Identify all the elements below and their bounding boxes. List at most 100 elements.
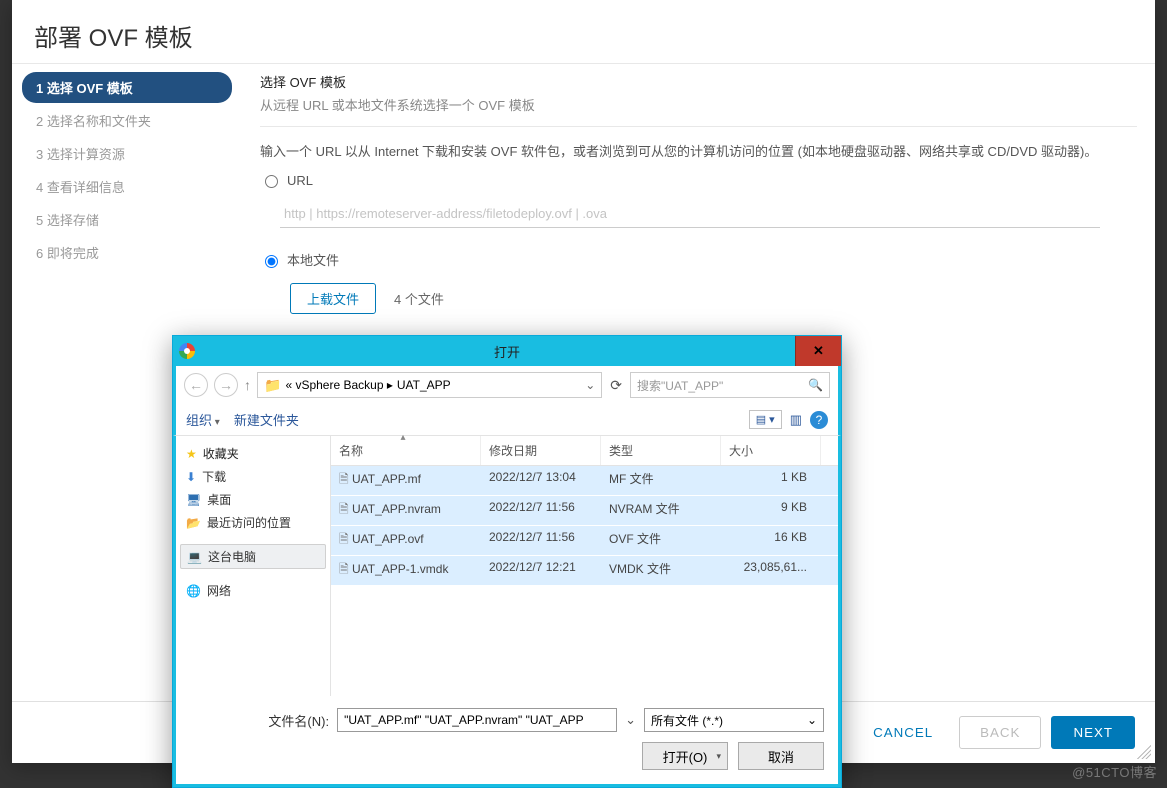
toolbar-newfolder[interactable]: 新建文件夹 [234,410,299,429]
nav-up-icon[interactable]: ↑ [244,377,251,393]
nav-fwd-icon[interactable]: → [214,373,238,397]
desktop-icon: 🖥 [186,493,201,507]
back-button: BACK [959,716,1041,749]
table-row[interactable]: UAT_APP-1.vmdk2022/12/7 12:21VMDK 文件23,0… [331,556,838,586]
upload-button[interactable]: 上载文件 [290,283,376,314]
side-recent[interactable]: 📂最近访问的位置 [180,511,326,534]
toolbar-organize[interactable]: 组织 [186,410,220,429]
file-type: MF 文件 [601,466,721,495]
preview-pane-icon[interactable]: ▥ [790,412,802,428]
dialog-footer: 文件名(N): ⌄ 所有文件 (*.*)⌄ 打开(O) 取消 [173,696,841,787]
table-row[interactable]: UAT_APP.nvram2022/12/7 11:56NVRAM 文件9 KB [331,496,838,526]
radio-url-label: URL [287,173,313,188]
chevron-down-icon[interactable]: ⌄ [585,378,595,392]
dialog-nav: ← → ↑ 📁 « vSphere Backup ▸ UAT_APP ⌄ ⟳ 搜… [173,366,841,404]
network-icon: 🌐 [186,584,201,598]
wizard-step-5[interactable]: 5 选择存储 [22,204,232,235]
radio-url-row[interactable]: URL [260,170,1137,190]
content-subheading: 从远程 URL 或本地文件系统选择一个 OVF 模板 [260,95,1137,127]
filename-dropdown-icon[interactable]: ⌄ [625,712,636,728]
wizard-step-3[interactable]: 3 选择计算资源 [22,138,232,169]
side-thispc[interactable]: 💻这台电脑 [180,544,326,569]
file-name: UAT_APP-1.vmdk [331,556,481,585]
file-date: 2022/12/7 11:56 [481,496,601,525]
col-date[interactable]: 修改日期 [481,436,601,465]
watermark: @51CTO博客 [1072,762,1157,781]
star-icon: ★ [186,447,197,461]
col-type[interactable]: 类型 [601,436,721,465]
file-size: 16 KB [721,526,821,555]
nav-back-icon[interactable]: ← [184,373,208,397]
list-header[interactable]: 名称▴ 修改日期 类型 大小 [331,436,838,466]
wizard-step-2[interactable]: 2 选择名称和文件夹 [22,105,232,136]
breadcrumb-prefix: « vSphere Backup ▸ [285,378,392,392]
file-size: 1 KB [721,466,821,495]
dialog-title: 打开 [494,342,520,361]
sort-asc-icon: ▴ [400,432,405,443]
content-hint: 输入一个 URL 以从 Internet 下载和安装 OVF 软件包，或者浏览到… [260,141,1137,160]
download-icon: ⬇ [186,470,196,484]
file-name: UAT_APP.nvram [331,496,481,525]
radio-local-label: 本地文件 [287,250,339,269]
filename-input[interactable] [337,708,617,732]
chrome-icon [179,343,195,359]
modal-header: 部署 OVF 模板 [12,0,1155,64]
table-row[interactable]: UAT_APP.ovf2022/12/7 11:56OVF 文件16 KB [331,526,838,556]
radio-local-row[interactable]: 本地文件 [260,248,1137,271]
file-size: 23,085,61... [721,556,821,585]
dialog-sidebar: ★收藏夹 ⬇下载 🖥桌面 📂最近访问的位置 💻这台电脑 🌐网络 [176,436,331,696]
search-placeholder: 搜索"UAT_APP" [637,377,723,394]
dialog-cancel-button[interactable]: 取消 [738,742,824,770]
col-name: 名称▴ [331,436,481,465]
file-name: UAT_APP.ovf [331,526,481,555]
folder-icon: 📁 [264,377,281,394]
side-desktop[interactable]: 🖥桌面 [180,488,326,511]
resize-grip[interactable] [1137,745,1151,759]
file-name: UAT_APP.mf [331,466,481,495]
url-input[interactable] [280,200,1100,228]
side-network[interactable]: 🌐网络 [180,579,326,602]
search-icon: 🔍 [808,378,823,392]
side-favorites[interactable]: ★收藏夹 [180,442,326,465]
file-count-label: 4 个文件 [394,289,444,308]
file-date: 2022/12/7 12:21 [481,556,601,585]
view-mode-icon[interactable]: ▤ ▾ [749,410,782,429]
file-size: 9 KB [721,496,821,525]
file-type: VMDK 文件 [601,556,721,585]
content-heading: 选择 OVF 模板 [260,72,1137,91]
file-type: OVF 文件 [601,526,721,555]
col-size[interactable]: 大小 [721,436,821,465]
dialog-toolbar: 组织 新建文件夹 ▤ ▾ ▥ ? [173,404,841,436]
radio-url[interactable] [265,175,278,188]
side-downloads[interactable]: ⬇下载 [180,465,326,488]
list-rows: UAT_APP.mf2022/12/7 13:04MF 文件1 KBUAT_AP… [331,466,838,586]
pc-icon: 💻 [187,550,202,564]
search-input[interactable]: 搜索"UAT_APP" 🔍 [630,372,830,398]
dialog-titlebar[interactable]: 打开 ✕ [173,336,841,366]
file-type: NVRAM 文件 [601,496,721,525]
table-row[interactable]: UAT_APP.mf2022/12/7 13:04MF 文件1 KB [331,466,838,496]
wizard-step-6[interactable]: 6 即将完成 [22,237,232,268]
filename-label: 文件名(N): [268,711,329,730]
radio-local[interactable] [265,255,278,268]
wizard-step-1[interactable]: 1 选择 OVF 模板 [22,72,232,103]
path-breadcrumb[interactable]: 📁 « vSphere Backup ▸ UAT_APP ⌄ [257,372,602,398]
refresh-icon[interactable]: ⟳ [608,377,624,394]
wizard-step-4[interactable]: 4 查看详细信息 [22,171,232,202]
upload-row: 上载文件 4 个文件 [290,283,1137,314]
file-list: 名称▴ 修改日期 类型 大小 UAT_APP.mf2022/12/7 13:04… [331,436,838,696]
close-icon[interactable]: ✕ [795,336,841,366]
dialog-body: ★收藏夹 ⬇下载 🖥桌面 📂最近访问的位置 💻这台电脑 🌐网络 名称▴ 修改日期… [173,436,841,696]
file-date: 2022/12/7 11:56 [481,526,601,555]
chevron-down-icon: ⌄ [807,713,817,727]
modal-title: 部署 OVF 模板 [34,18,1133,53]
next-button[interactable]: NEXT [1051,716,1135,749]
cancel-button[interactable]: CANCEL [857,716,949,749]
breadcrumb-current: UAT_APP [397,378,451,392]
file-filter-select[interactable]: 所有文件 (*.*)⌄ [644,708,824,732]
recent-icon: 📂 [186,516,201,530]
help-icon[interactable]: ? [810,411,828,429]
open-button[interactable]: 打开(O) [642,742,728,770]
file-date: 2022/12/7 13:04 [481,466,601,495]
file-open-dialog: 打开 ✕ ← → ↑ 📁 « vSphere Backup ▸ UAT_APP … [172,335,842,788]
